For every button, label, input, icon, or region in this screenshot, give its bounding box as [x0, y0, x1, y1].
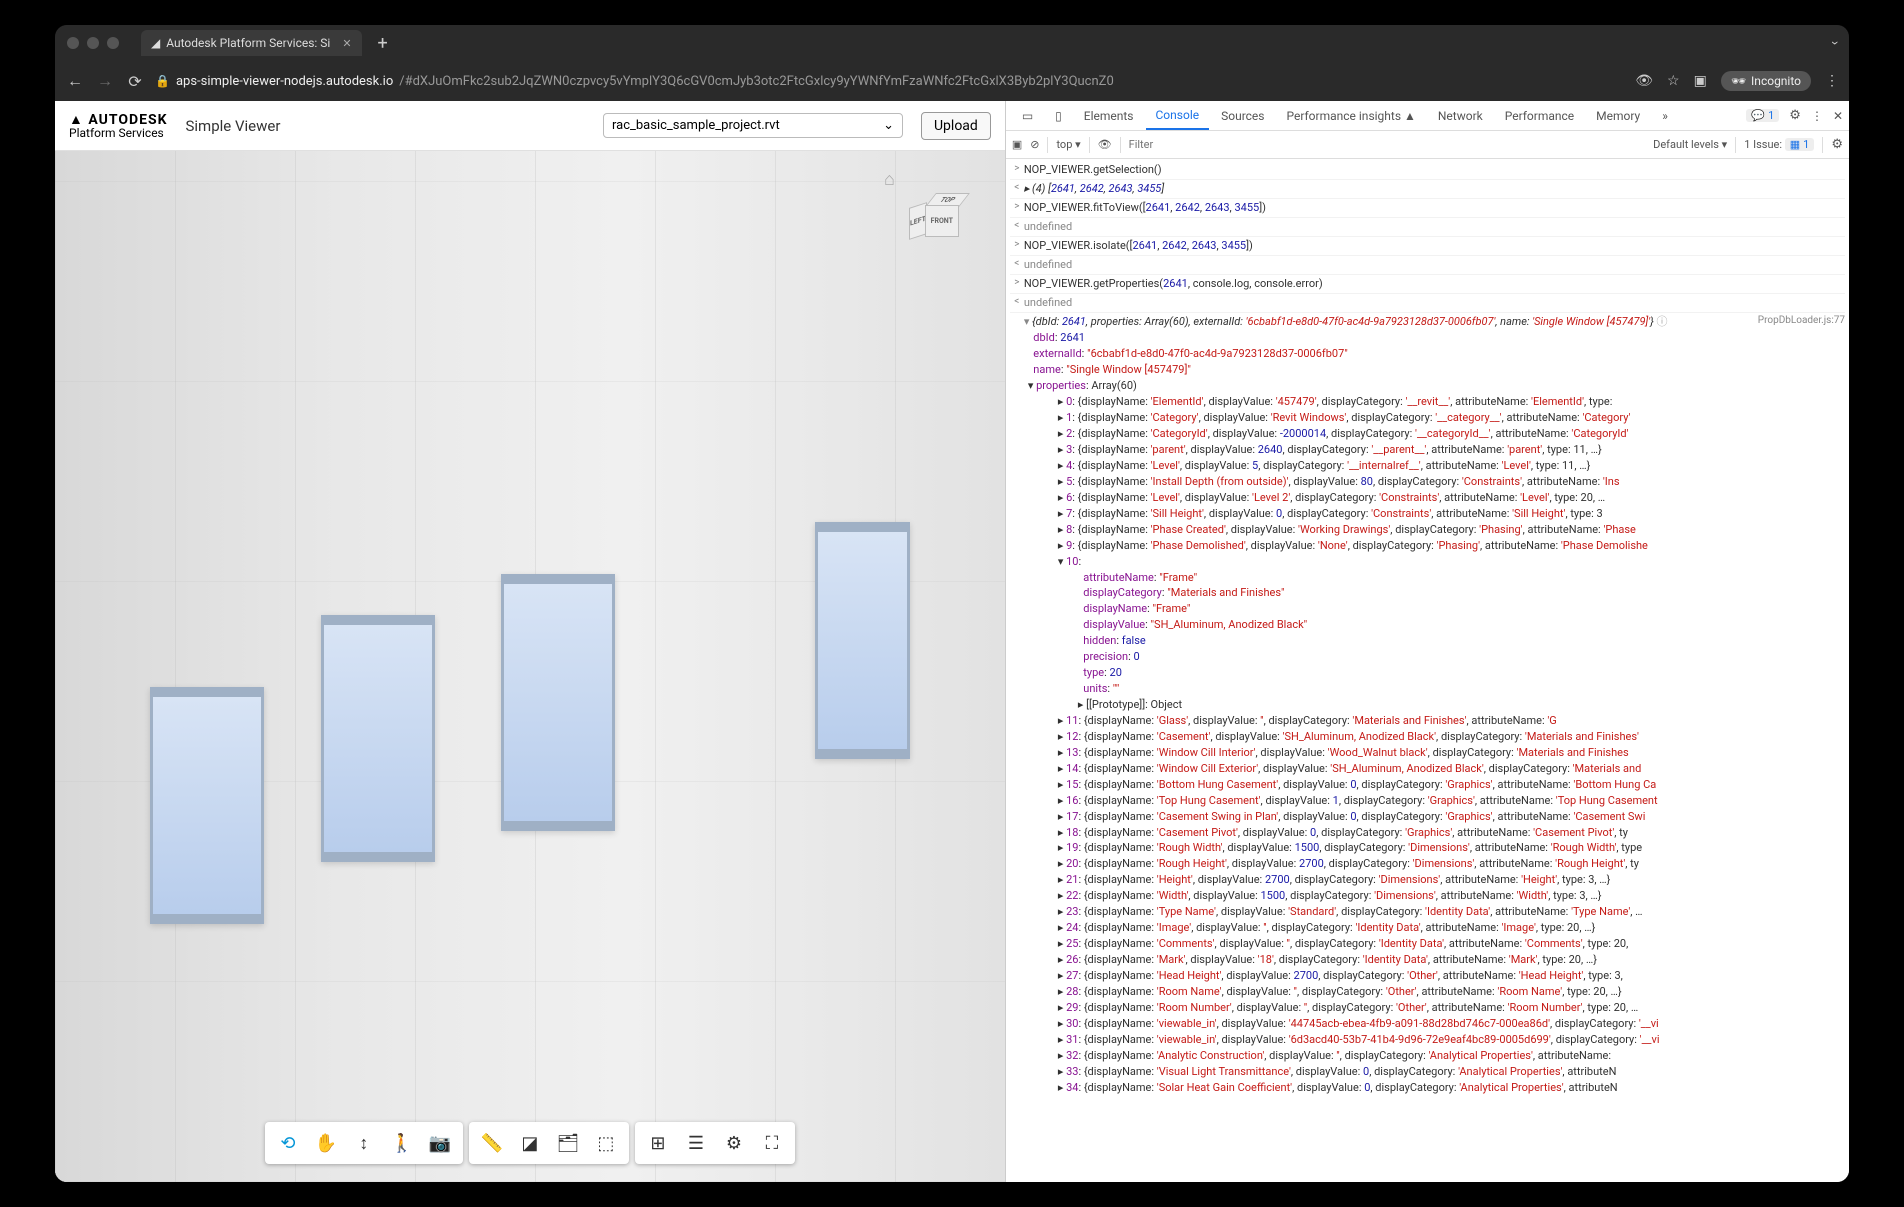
file-selected-value: rac_basic_sample_project.rvt — [612, 118, 780, 133]
home-icon[interactable]: ⌂ — [884, 169, 895, 190]
tab-memory[interactable]: Memory — [1586, 103, 1650, 129]
devtools-settings-icon[interactable]: ⚙ — [1789, 108, 1801, 123]
device-icon[interactable]: ▯ — [1045, 103, 1072, 129]
eye-icon[interactable]: 👁 — [1098, 138, 1112, 151]
levels-selector[interactable]: Default levels ▾ — [1653, 138, 1727, 151]
console-sidebar-icon[interactable]: ▣ — [1012, 138, 1022, 151]
walk-tool[interactable]: 🚶 — [383, 1126, 421, 1160]
measure-tool[interactable]: 📏 — [473, 1126, 511, 1160]
clear-console-icon[interactable]: ⊘ — [1030, 138, 1039, 151]
titlebar: ◢ Autodesk Platform Services: Si ✕ + › — [55, 25, 1849, 61]
fullscreen-tool[interactable]: ⛶ — [753, 1126, 791, 1160]
tab-perf-insights[interactable]: Performance insights ▲ — [1277, 103, 1426, 129]
model-browser-tool[interactable]: ⊞ — [639, 1126, 677, 1160]
settings-tool[interactable]: ⚙ — [715, 1126, 753, 1160]
back-icon[interactable]: ← — [65, 71, 85, 91]
camera-tool[interactable]: 📷 — [421, 1126, 459, 1160]
window-more-icon[interactable]: › — [1827, 41, 1843, 45]
context-selector[interactable]: top ▾ — [1056, 138, 1080, 151]
tab-more[interactable]: » — [1652, 103, 1678, 129]
devtools-more-icon[interactable]: ⋮ — [1811, 109, 1823, 123]
reload-icon[interactable]: ⟳ — [125, 72, 145, 91]
viewer-canvas[interactable]: ⌂ TOP LEFT FRONT ⟲ ✋ ↕ — [55, 151, 1005, 1182]
url-path: /#dXJuOmFkc2sub2JqZWN0czpvcy5vYmplY3Q6cG… — [399, 74, 1114, 89]
toolbar-measure-group: 📏 ◪ 🗂 ⬚ — [469, 1122, 629, 1164]
incognito-pill: 🕶 Incognito — [1721, 71, 1811, 91]
devtools-pane: ▭ ▯ Elements Console Sources Performance… — [1006, 101, 1849, 1182]
traffic-lights[interactable] — [67, 37, 119, 49]
page-content: ▲ AUTODESK Platform Services Simple View… — [55, 101, 1849, 1182]
browser-tab[interactable]: ◢ Autodesk Platform Services: Si ✕ — [141, 30, 362, 56]
zoom-tool[interactable]: ↕ — [345, 1126, 383, 1160]
browser-window: ◢ Autodesk Platform Services: Si ✕ + › ←… — [55, 25, 1849, 1182]
incognito-icon: 🕶 — [1731, 74, 1746, 88]
explode-tool[interactable]: 🗂 — [549, 1126, 587, 1160]
tab-network[interactable]: Network — [1428, 103, 1493, 129]
extension-icon[interactable]: ▣ — [1694, 73, 1707, 89]
console-settings-icon[interactable]: ⚙ — [1831, 137, 1843, 152]
lock-icon: 🔒 — [155, 74, 170, 88]
toolbar-model-group: ⊞ ☰ ⚙ ⛶ — [635, 1122, 795, 1164]
brand-main: ▲ AUTODESK — [69, 113, 167, 127]
viewcube[interactable]: TOP LEFT FRONT — [905, 191, 975, 251]
tab-favicon: ◢ — [151, 36, 160, 50]
tab-title: Autodesk Platform Services: Si — [166, 36, 330, 50]
toolbar-nav-group: ⟲ ✋ ↕ 🚶 📷 — [265, 1122, 463, 1164]
tab-sources[interactable]: Sources — [1211, 103, 1274, 129]
dropdown-caret-icon: ⌄ — [883, 118, 894, 133]
properties-tool[interactable]: ☰ — [677, 1126, 715, 1160]
msg-badge[interactable]: 💬 1 — [1746, 109, 1779, 122]
viewer-title: Simple Viewer — [185, 117, 280, 135]
kebab-menu-icon[interactable]: ⋮ — [1825, 73, 1839, 89]
file-select[interactable]: rac_basic_sample_project.rvt ⌄ — [603, 113, 903, 138]
box-tool[interactable]: ⬚ — [587, 1126, 625, 1160]
model-window-4[interactable] — [815, 522, 910, 759]
issues-label[interactable]: 1 Issue: ▦ 1 — [1744, 138, 1814, 151]
app-header: ▲ AUTODESK Platform Services Simple View… — [55, 101, 1005, 151]
url-field[interactable]: 🔒 aps-simple-viewer-nodejs.autodesk.io /#… — [155, 74, 1625, 89]
incognito-label: Incognito — [1751, 74, 1801, 88]
forward-icon[interactable]: → — [95, 71, 115, 91]
model-window-2[interactable] — [321, 615, 435, 862]
model-window-1[interactable] — [150, 687, 264, 924]
section-tool[interactable]: ◪ — [511, 1126, 549, 1160]
tab-close-icon[interactable]: ✕ — [342, 37, 351, 50]
upload-button[interactable]: Upload — [921, 112, 991, 140]
viewer-pane: ▲ AUTODESK Platform Services Simple View… — [55, 101, 1006, 1182]
tab-performance[interactable]: Performance — [1495, 103, 1584, 129]
star-icon[interactable]: ☆ — [1667, 73, 1680, 89]
source-link[interactable]: PropDbLoader.js:77 — [1758, 314, 1845, 329]
autodesk-logo: ▲ AUTODESK Platform Services — [69, 113, 167, 139]
url-host: aps-simple-viewer-nodejs.autodesk.io — [176, 74, 393, 89]
new-tab-button[interactable]: + — [378, 33, 388, 54]
model-window-3[interactable] — [501, 574, 615, 832]
prop-10-expanded: attributeName: "Frame" displayCategory: … — [1078, 570, 1845, 713]
pan-tool[interactable]: ✋ — [307, 1126, 345, 1160]
tab-console[interactable]: Console — [1146, 102, 1210, 130]
console-toolbar: ▣ ⊘ top ▾ 👁 Default levels ▾ 1 Issue: ▦ … — [1006, 131, 1849, 159]
orbit-tool[interactable]: ⟲ — [269, 1126, 307, 1160]
brand-sub: Platform Services — [69, 127, 167, 139]
min-dot[interactable] — [87, 37, 99, 49]
max-dot[interactable] — [107, 37, 119, 49]
eye-off-icon[interactable]: 👁 — [1635, 73, 1653, 89]
tab-elements[interactable]: Elements — [1074, 103, 1144, 129]
devtools-tabs: ▭ ▯ Elements Console Sources Performance… — [1006, 101, 1849, 131]
inspect-icon[interactable]: ▭ — [1012, 103, 1043, 129]
object-details: dbId: 2641 externalId: "6cbabf1d-e8d0-47… — [1028, 330, 1845, 1095]
filter-input[interactable] — [1129, 138, 1646, 151]
close-dot[interactable] — [67, 37, 79, 49]
console-output[interactable]: >NOP_VIEWER.getSelection()<▸ (4) [2641, … — [1006, 159, 1849, 1182]
viewer-toolbar: ⟲ ✋ ↕ 🚶 📷 📏 ◪ 🗂 ⬚ ⊞ ☰ — [265, 1122, 795, 1164]
address-bar: ← → ⟳ 🔒 aps-simple-viewer-nodejs.autodes… — [55, 61, 1849, 101]
viewcube-front[interactable]: FRONT — [925, 205, 959, 237]
devtools-close-icon[interactable]: ✕ — [1833, 109, 1843, 123]
